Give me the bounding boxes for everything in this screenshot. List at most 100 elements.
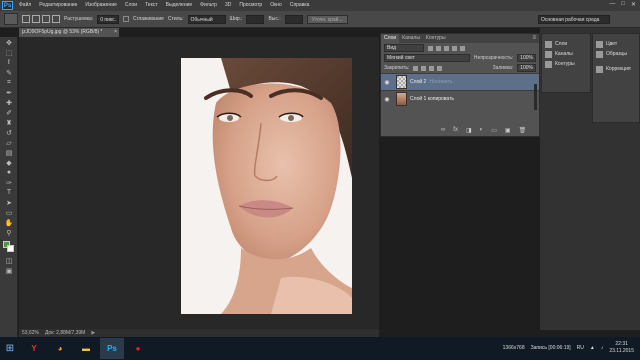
recorder-icon[interactable]: ● <box>126 338 150 359</box>
history-brush-tool-icon[interactable]: ↺ <box>3 128 15 137</box>
new-selection-icon[interactable] <box>22 15 30 23</box>
panel-menu-icon[interactable]: ≡ <box>532 34 539 43</box>
healing-brush-tool-icon[interactable]: ✚ <box>3 98 15 107</box>
menu-layers[interactable]: Слои <box>121 0 141 11</box>
visibility-eye-icon[interactable]: ◉ <box>381 79 393 86</box>
menu-filter[interactable]: Фильтр <box>196 0 221 11</box>
start-button[interactable]: ⊞ <box>0 337 20 360</box>
clock[interactable]: 22:31 23.11.2015 <box>609 341 634 355</box>
dock-paths[interactable]: Контуры <box>542 59 590 69</box>
new-group-icon[interactable]: ▭ <box>491 127 497 134</box>
delete-layer-icon[interactable]: 🗑 <box>519 127 527 134</box>
menu-help[interactable]: Справка <box>286 0 314 11</box>
menu-view[interactable]: Просмотр <box>235 0 266 11</box>
document-tab[interactable]: jzJD9OF5pUg.jpg @ 53% (RGB/8) * × <box>19 28 119 37</box>
crop-tool-icon[interactable]: ⌗ <box>3 78 15 87</box>
menu-select[interactable]: Выделение <box>162 0 197 11</box>
feather-input[interactable]: 0 пикс. <box>97 14 120 24</box>
pen-tool-icon[interactable]: ✑ <box>3 178 15 187</box>
refine-edge-button[interactable]: Уточн. край... <box>306 14 348 24</box>
filter-adjustment-icon[interactable] <box>436 45 441 51</box>
intersect-selection-icon[interactable] <box>52 15 60 23</box>
layer-name[interactable]: Слой 2 <box>410 79 426 85</box>
layer-row[interactable]: ◉ Слой 2 Наложить <box>381 73 539 90</box>
firefox-icon[interactable]: ◕ <box>48 338 72 359</box>
lock-position-icon[interactable] <box>429 65 435 71</box>
quick-select-tool-icon[interactable]: ✎ <box>3 68 15 77</box>
menu-edit[interactable]: Редактирование <box>35 0 81 11</box>
width-input[interactable] <box>246 14 265 24</box>
dock-layers[interactable]: Слои <box>542 39 590 49</box>
dock-color[interactable]: Цвет <box>593 39 639 49</box>
close-tab-icon[interactable]: × <box>114 28 117 37</box>
move-tool-icon[interactable]: ✥ <box>3 38 15 47</box>
layer-name[interactable]: Слой 1 копировать <box>410 96 454 102</box>
volume-icon[interactable]: ♪ <box>601 345 604 351</box>
marquee-tool-icon[interactable]: ⬚ <box>3 48 15 57</box>
yandex-browser-icon[interactable]: Y <box>22 338 46 359</box>
rectangle-tool-icon[interactable]: ▭ <box>3 208 15 217</box>
filter-shape-icon[interactable] <box>452 45 457 51</box>
add-selection-icon[interactable] <box>32 15 40 23</box>
new-layer-icon[interactable]: ▣ <box>505 127 511 134</box>
brush-tool-icon[interactable]: ✐ <box>3 108 15 117</box>
layers-scrollbar[interactable] <box>534 84 537 110</box>
minimize-button[interactable]: — <box>609 1 615 8</box>
filter-type-icon[interactable] <box>444 45 449 51</box>
tab-layers[interactable]: Слои <box>381 34 400 43</box>
path-selection-tool-icon[interactable]: ➤ <box>3 198 15 207</box>
adjustment-layer-icon[interactable]: ◐ <box>480 127 484 134</box>
dock-swatches[interactable]: Образцы <box>593 49 639 59</box>
status-arrow-icon[interactable]: ▶ <box>91 329 95 337</box>
menu-file[interactable]: Файл <box>15 0 35 11</box>
layer-style-icon[interactable]: fx <box>453 127 458 134</box>
layer-row[interactable]: ◉ Слой 1 копировать <box>381 90 539 107</box>
language-indicator[interactable]: RU <box>577 345 584 351</box>
eraser-tool-icon[interactable]: ▱ <box>3 138 15 147</box>
menu-type[interactable]: Текст <box>141 0 162 11</box>
blend-mode-select[interactable]: Мягкий свет <box>384 54 470 62</box>
lock-transparency-icon[interactable] <box>413 65 419 71</box>
fill-input[interactable]: 100% <box>517 64 536 72</box>
add-mask-icon[interactable]: ◨ <box>466 127 472 134</box>
zoom-level[interactable]: 53,62% <box>22 329 39 337</box>
filter-smart-icon[interactable] <box>460 45 465 51</box>
document-image[interactable] <box>181 58 352 314</box>
screen-mode-icon[interactable]: ▣ <box>3 266 15 275</box>
tab-paths[interactable]: Контуры <box>423 34 449 43</box>
close-button[interactable]: ✕ <box>631 1 636 8</box>
blur-tool-icon[interactable]: ◆ <box>3 158 15 167</box>
menu-window[interactable]: Окно <box>266 0 286 11</box>
lock-all-icon[interactable] <box>437 65 443 71</box>
subtract-selection-icon[interactable] <box>42 15 50 23</box>
network-icon[interactable]: ▲ <box>590 345 595 351</box>
background-color[interactable] <box>7 245 14 252</box>
opacity-input[interactable]: 100% <box>517 54 536 62</box>
file-explorer-icon[interactable]: ▬ <box>74 338 98 359</box>
height-input[interactable] <box>284 14 303 24</box>
dodge-tool-icon[interactable]: ● <box>3 168 15 177</box>
layer-kind-filter[interactable]: Вид <box>384 44 424 52</box>
hand-tool-icon[interactable]: ✋ <box>3 218 15 227</box>
type-tool-icon[interactable]: T <box>3 188 15 197</box>
color-swatches[interactable] <box>0 241 17 255</box>
tab-channels[interactable]: Каналы <box>399 34 423 43</box>
zoom-tool-icon[interactable]: ⚲ <box>3 228 15 237</box>
quick-mask-icon[interactable]: ◫ <box>3 256 15 265</box>
visibility-eye-icon[interactable]: ◉ <box>381 96 393 103</box>
eyedropper-tool-icon[interactable]: ✒ <box>3 88 15 97</box>
maximize-button[interactable]: □ <box>621 1 625 8</box>
dock-channels[interactable]: Каналы <box>542 49 590 59</box>
workspace-select[interactable]: Основная рабочая среда <box>538 15 610 24</box>
lasso-tool-icon[interactable]: ℓ <box>3 58 15 67</box>
link-layers-icon[interactable]: ∞ <box>441 127 445 134</box>
style-select[interactable]: Обычный <box>187 14 226 24</box>
tool-preset-picker[interactable] <box>4 13 18 25</box>
menu-image[interactable]: Изображение <box>81 0 121 11</box>
menu-3d[interactable]: 3D <box>221 0 235 11</box>
gradient-tool-icon[interactable]: ▤ <box>3 148 15 157</box>
lock-pixels-icon[interactable] <box>421 65 427 71</box>
antialias-checkbox[interactable] <box>123 16 130 22</box>
filter-pixel-icon[interactable] <box>428 45 433 51</box>
dock-adjustments[interactable]: Коррекция <box>593 64 639 74</box>
